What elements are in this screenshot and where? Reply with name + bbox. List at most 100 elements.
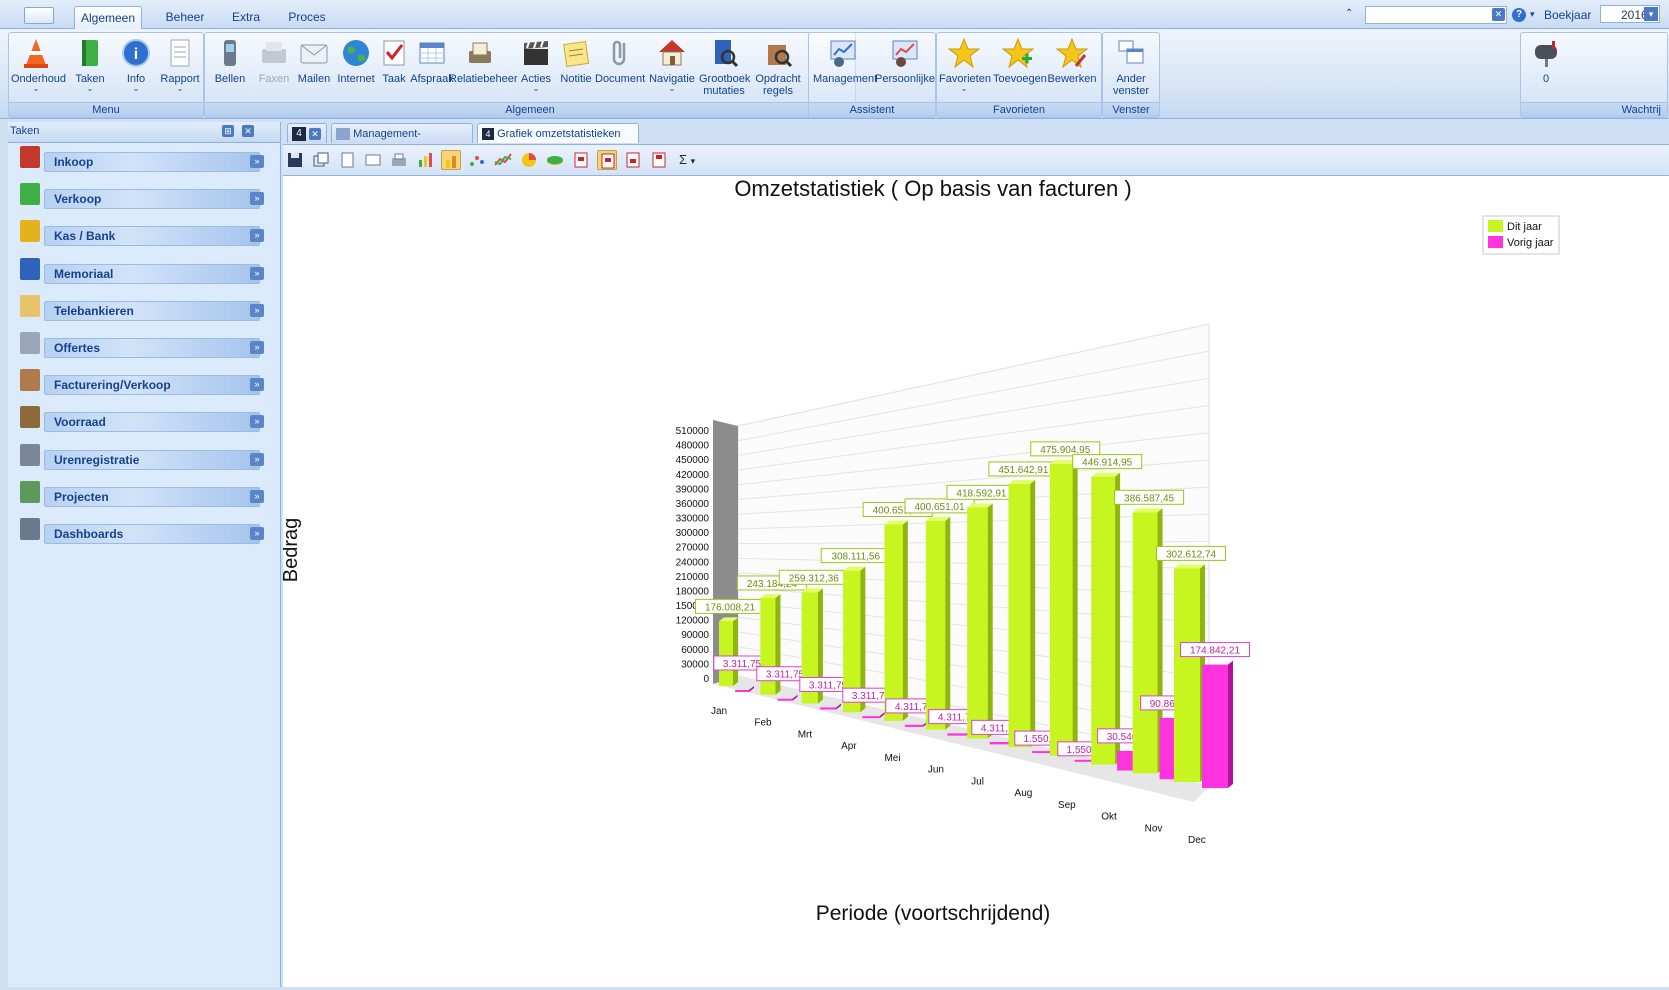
tab-management-informatie[interactable]: Management-informatie ✕ [331,123,473,161]
pin-icon[interactable]: ⊞ [222,125,234,137]
document-icon[interactable] [337,150,357,170]
y-tick-label: 480000 [676,441,710,452]
clear-search-icon[interactable]: ✕ [1492,8,1505,21]
report-view-icon[interactable] [571,150,591,170]
expand-icon[interactable]: » [250,192,264,206]
expand-icon[interactable]: » [250,415,264,429]
navigatie-button[interactable]: Navigatie ⌄ [647,37,697,103]
help-dropdown-icon[interactable]: ▾ [1530,9,1535,20]
expand-icon[interactable]: » [250,303,264,317]
bar-dit-jaar [1091,476,1116,765]
task-item-kas-bank[interactable]: Kas / Bank » [18,220,264,247]
task-item-verkoop[interactable]: Verkoop » [18,183,264,210]
relatiebeheer-button[interactable]: Relatiebeheer [449,37,518,103]
expand-icon[interactable]: » [250,527,264,540]
taken-button[interactable]: Taken ⌄ [65,37,115,103]
calendar-icon [416,37,448,69]
search-input[interactable] [1365,6,1507,24]
grootboek-mutaties-button[interactable]: Grootboek mutaties [699,37,750,103]
task-icon [20,443,40,466]
bar-vorig-jaar [777,698,793,701]
notitie-button[interactable]: Notitie [551,37,601,103]
x-tick-label: Jun [928,765,944,776]
task-item-projecten[interactable]: Projecten » [18,480,264,507]
opdracht-regels-button[interactable]: Opdracht regels [753,37,803,103]
bellen-button[interactable]: Bellen [205,37,255,103]
expand-icon[interactable]: » [250,341,264,354]
task-icon [20,406,40,429]
data-label-vorig-jaar: 174.842,21 [1190,646,1240,657]
expand-icon[interactable]: » [250,155,264,168]
boekjaar-select[interactable]: 2016 ▾ [1600,5,1660,23]
close-icon[interactable]: ✕ [242,125,254,137]
favorieten-button[interactable]: Favorieten ⌄ [939,37,991,103]
rolodex-icon [464,37,496,69]
line-chart-icon[interactable] [493,150,513,170]
bar-dit-jaar [967,507,988,739]
scatter-chart-icon[interactable] [467,150,487,170]
expand-icon[interactable]: » [250,452,264,466]
sum-dropdown[interactable]: Σ ▾ [679,152,695,167]
export-icon[interactable] [363,150,383,170]
ribbon: Onderhoud ⌄ Taken ⌄ i Info ⌄ Rapport ⌄ Menu … [0,29,1669,119]
ribbon-tab-algemeen[interactable]: Algemeen [74,6,142,29]
task-item-facturering-verkoop[interactable]: Facturering/Verkoop » [18,369,264,396]
expand-icon[interactable]: » [250,266,264,280]
star-edit-icon [1055,37,1089,69]
bar-chart-3d-icon[interactable] [441,150,461,170]
expand-icon[interactable]: » [250,229,264,243]
task-icon [20,518,40,540]
ribbon-group-label: Algemeen [205,102,855,117]
application-menu-button[interactable] [24,7,54,24]
info-icon: i [120,37,152,69]
management-button[interactable]: Management [813,37,877,103]
expand-icon[interactable]: » [250,489,264,503]
ander-venster-button[interactable]: Ander venster [1106,37,1156,103]
print-icon[interactable] [389,150,409,170]
document-button[interactable]: Document [595,37,645,103]
task-item-urenregistratie[interactable]: Urenregistratie » [18,443,264,470]
bewerken-button[interactable]: Bewerken [1047,37,1097,103]
task-icon [20,332,40,354]
wachtrij-button[interactable]: 0 [1521,37,1571,103]
bar-chart-icon[interactable] [415,150,435,170]
close-icon[interactable]: ✕ [309,128,322,141]
info-button[interactable]: i Info ⌄ [111,37,161,103]
clapper-icon [520,37,552,69]
task-item-voorraad[interactable]: Voorraad » [18,406,264,433]
legend-label: Dit jaar [1507,221,1542,233]
task-icon [20,257,40,280]
expand-icon[interactable]: » [250,378,264,392]
ribbon-tab-proces[interactable]: Proces [284,6,330,28]
persoonlijke-button[interactable]: Persoonlijke [875,37,935,103]
task-item-inkoop[interactable]: Inkoop » [18,146,264,172]
ribbon-tab-extra[interactable]: Extra [226,6,266,28]
tab-home[interactable]: 4 ✕ [287,123,327,143]
save-icon[interactable] [285,150,305,170]
ribbon-tab-bar: Algemeen Beheer Extra Proces ⌃ ✕ ? ▾ Boe… [0,0,1669,29]
onderhoud-button[interactable]: Onderhoud ⌄ [11,37,66,103]
task-item-dashboards[interactable]: Dashboards » [18,518,264,544]
house-icon [656,37,688,69]
x-tick-label: Jul [971,776,984,787]
data-label-dit-jaar: 302.612,74 [1166,549,1216,560]
task-item-memoriaal[interactable]: Memoriaal » [18,257,264,284]
help-icon[interactable]: ? [1512,8,1526,22]
toevoegen-button[interactable]: Toevoegen [993,37,1047,103]
report-prev-icon[interactable] [623,150,643,170]
bar-vorig-jaar [989,741,1011,745]
x-tick-label: Nov [1145,823,1163,834]
task-item-offertes[interactable]: Offertes » [18,332,264,358]
tab-grafiek-omzetstatistieken[interactable]: 4 Grafiek omzetstatistieken ✕ [477,123,639,161]
rapport-button[interactable]: Rapport ⌄ [155,37,205,103]
donut-chart-icon[interactable] [545,150,565,170]
task-item-telebankieren[interactable]: Telebankieren » [18,294,264,321]
task-label: Kas / Bank [54,229,116,244]
report-view-alt-icon[interactable] [597,150,617,170]
bar-dit-jaar-side [1072,459,1078,756]
report-next-icon[interactable] [649,150,669,170]
pie-chart-icon[interactable] [519,150,539,170]
collapse-ribbon-icon[interactable]: ⌃ [1345,8,1353,19]
copy-chart-icon[interactable] [311,150,331,170]
ribbon-tab-beheer[interactable]: Beheer [160,6,210,28]
